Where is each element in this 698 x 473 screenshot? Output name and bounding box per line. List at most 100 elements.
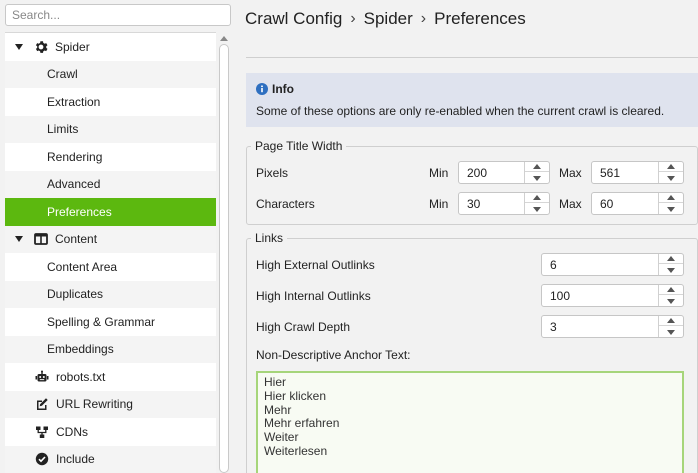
high-external-outlinks-spinner[interactable]: 6 xyxy=(541,253,684,276)
page-title-width-legend: Page Title Width xyxy=(251,139,347,153)
columns-icon xyxy=(34,232,48,246)
info-icon xyxy=(256,83,268,95)
info-panel: Info Some of these options are only re-e… xyxy=(246,73,698,127)
spinner-down-icon[interactable] xyxy=(525,173,549,183)
tree-item-label: Limits xyxy=(47,122,79,137)
tree-item-label: Advanced xyxy=(47,177,101,192)
spinner-up-icon[interactable] xyxy=(659,285,683,295)
pixels-max-label: Max xyxy=(559,166,582,180)
spinner-down-icon[interactable] xyxy=(525,204,549,214)
pixels-label: Pixels xyxy=(256,166,289,180)
high-internal-outlinks-spinner[interactable]: 100 xyxy=(541,284,684,307)
breadcrumb: Crawl Config › Spider › Preferences xyxy=(245,9,526,29)
tree-item-spider[interactable]: Spider xyxy=(5,33,216,61)
high-external-outlinks-label: High External Outlinks xyxy=(256,258,375,272)
tree-item-extraction[interactable]: Extraction xyxy=(5,88,216,116)
check-circle-icon xyxy=(35,452,49,466)
network-icon xyxy=(35,425,49,439)
breadcrumb-separator: › xyxy=(350,10,356,27)
scrollbar-thumb[interactable] xyxy=(219,44,229,473)
tree-item-label: Duplicates xyxy=(47,287,104,302)
characters-min-label: Min xyxy=(429,197,449,211)
sidebar-scrollbar[interactable] xyxy=(217,32,231,473)
high-crawl-depth-spinner[interactable]: 3 xyxy=(541,315,684,338)
tree-item-label: Preferences xyxy=(47,204,112,219)
tree-item-label: URL Rewriting xyxy=(56,397,133,412)
tree-item-crawl[interactable]: Crawl xyxy=(5,60,216,88)
search-input[interactable] xyxy=(5,4,231,26)
tree-item-label: Spelling & Grammar xyxy=(47,314,156,329)
gear-icon xyxy=(34,40,48,54)
tree-item-label: Crawl xyxy=(47,67,78,82)
tree-item-label: Embeddings xyxy=(47,342,114,357)
pixels-min-value[interactable]: 200 xyxy=(467,166,487,180)
breadcrumb-spider: Spider xyxy=(363,9,413,28)
pixels-min-spinner[interactable]: 200 xyxy=(458,161,550,184)
characters-min-spinner[interactable]: 30 xyxy=(458,192,550,215)
caret-down-icon[interactable] xyxy=(14,236,24,243)
spinner-up-icon[interactable] xyxy=(659,316,683,326)
spinner-down-icon[interactable] xyxy=(659,296,683,306)
pixels-max-value[interactable]: 561 xyxy=(600,166,620,180)
tree-item-include[interactable]: Include xyxy=(5,445,216,473)
spinner-up-icon[interactable] xyxy=(525,193,549,203)
characters-label: Characters xyxy=(256,197,315,211)
pixels-min-label: Min xyxy=(429,166,449,180)
tree-item-label: CDNs xyxy=(56,424,88,439)
tree-item-spelling-grammar[interactable]: Spelling & Grammar xyxy=(5,308,216,336)
spinner-up-icon[interactable] xyxy=(525,162,549,172)
header-divider xyxy=(246,57,698,58)
scroll-up-arrow-icon[interactable] xyxy=(217,32,231,44)
tree-item-content[interactable]: Content xyxy=(5,225,216,253)
characters-max-label: Max xyxy=(559,197,582,211)
tree-item-content-area[interactable]: Content Area xyxy=(5,253,216,281)
tree-item-rendering[interactable]: Rendering xyxy=(5,143,216,171)
spinner-up-icon[interactable] xyxy=(659,162,683,172)
tree-item-robots-txt[interactable]: robots.txt xyxy=(5,363,216,391)
spinner-down-icon[interactable] xyxy=(659,173,683,183)
tree-item-duplicates[interactable]: Duplicates xyxy=(5,280,216,308)
characters-max-spinner[interactable]: 60 xyxy=(591,192,684,215)
tree-item-label: Rendering xyxy=(47,149,103,164)
tree-item-url-rewriting[interactable]: URL Rewriting xyxy=(5,390,216,418)
tree-item-embeddings[interactable]: Embeddings xyxy=(5,335,216,363)
spinner-down-icon[interactable] xyxy=(659,265,683,275)
tree-item-label: Extraction xyxy=(47,94,101,109)
pixels-max-spinner[interactable]: 561 xyxy=(591,161,684,184)
caret-down-icon[interactable] xyxy=(14,43,24,50)
tree-item-preferences[interactable]: Preferences xyxy=(5,198,216,226)
info-text: Some of these options are only re-enable… xyxy=(256,104,665,118)
high-crawl-depth-label: High Crawl Depth xyxy=(256,320,351,334)
breadcrumb-crawl-config: Crawl Config xyxy=(245,9,343,28)
info-title: Info xyxy=(272,82,294,96)
high-crawl-depth-value[interactable]: 3 xyxy=(550,320,557,334)
info-heading: Info xyxy=(256,82,294,96)
high-internal-outlinks-value[interactable]: 100 xyxy=(550,289,570,303)
tree-item-label: robots.txt xyxy=(56,369,106,384)
high-internal-outlinks-label: High Internal Outlinks xyxy=(256,289,371,303)
main-panel: Crawl Config › Spider › Preferences Info… xyxy=(233,0,698,473)
breadcrumb-separator: › xyxy=(420,10,427,27)
config-tree: Spider Crawl Extraction Limits Rendering Adva… xyxy=(5,32,216,473)
sidebar: Spider Crawl Extraction Limits Rendering Adva… xyxy=(0,0,233,473)
tree-item-limits[interactable]: Limits xyxy=(5,115,216,143)
characters-min-value[interactable]: 30 xyxy=(467,197,480,211)
tree-item-advanced[interactable]: Advanced xyxy=(5,170,216,198)
non-descriptive-anchor-text-area[interactable]: Hier Hier klicken Mehr Mehr erfahren Wei… xyxy=(256,371,684,473)
non-descriptive-anchor-text-label: Non-Descriptive Anchor Text: xyxy=(256,348,411,362)
tree-item-label: Content xyxy=(55,232,98,247)
spinner-up-icon[interactable] xyxy=(659,254,683,264)
robot-icon xyxy=(35,370,49,384)
links-legend: Links xyxy=(251,231,288,245)
characters-max-value[interactable]: 60 xyxy=(600,197,613,211)
tree-item-label: Include xyxy=(56,452,95,467)
spinner-down-icon[interactable] xyxy=(659,204,683,214)
edit-icon xyxy=(35,397,49,411)
tree-item-cdns[interactable]: CDNs xyxy=(5,418,216,446)
breadcrumb-preferences: Preferences xyxy=(434,9,526,28)
spinner-up-icon[interactable] xyxy=(659,193,683,203)
tree-item-label: Spider xyxy=(55,39,90,54)
high-external-outlinks-value[interactable]: 6 xyxy=(550,258,557,272)
spinner-down-icon[interactable] xyxy=(659,327,683,337)
tree-item-label: Content Area xyxy=(47,259,118,274)
